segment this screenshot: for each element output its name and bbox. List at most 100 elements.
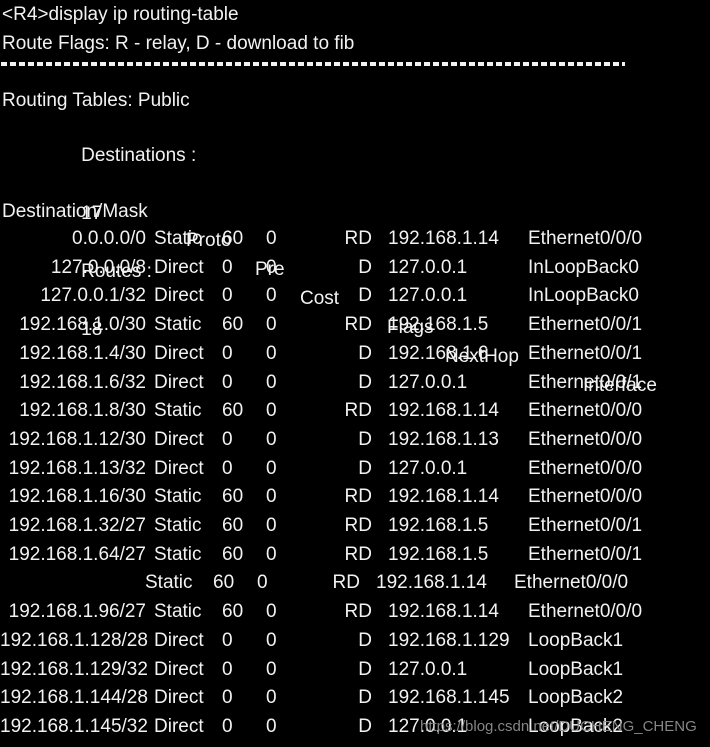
table-row: 192.168.1.129/32 Direct 0 0 D 127.0.0.1 LoopBa…: [0, 655, 710, 684]
route-flags: D: [358, 428, 372, 450]
route-flags: RD: [344, 601, 372, 623]
route-proto: Static: [154, 228, 202, 249]
route-interface: Ethernet0/0/0: [528, 601, 643, 623]
table-row: 192.168.1.16/30 Static 60 0 RD 192.168.1.14 Et…: [0, 482, 710, 511]
route-interface: Ethernet0/0/0: [528, 400, 643, 422]
route-cost: 0: [266, 715, 277, 737]
route-dest: 192.168.1.64/27: [8, 543, 146, 565]
route-cost: 0: [266, 515, 277, 536]
route-flags: RD: [344, 543, 372, 565]
route-flags: D: [358, 687, 372, 709]
terminal-output-pane[interactable]: <R4>display ip routing-table Route Flags…: [0, 0, 710, 747]
route-pre: 60: [222, 228, 244, 249]
separator-rule: [1, 62, 625, 66]
route-proto: Direct: [154, 428, 204, 450]
route-nexthop: 192.168.1.5: [388, 543, 489, 565]
route-cost: 0: [266, 543, 277, 565]
route-cost: 0: [257, 572, 268, 594]
route-flags: D: [358, 457, 372, 479]
route-pre: 0: [222, 285, 233, 307]
route-interface: Ethernet0/0/0: [528, 228, 643, 249]
route-cost: 0: [266, 314, 277, 336]
destinations-label: Destinations :: [81, 145, 197, 166]
route-interface: Ethernet0/0/0: [528, 428, 643, 450]
route-proto: Static: [154, 400, 202, 422]
table-row: 192.168.1.8/30 Static 60 0 RD 192.168.1.14 Eth…: [0, 396, 710, 425]
table-row: 127.0.0.0/8 Direct 0 0 D 127.0.0.1 InLoopBack0: [0, 253, 710, 282]
route-proto: Static: [154, 314, 202, 336]
route-flags: D: [358, 629, 372, 651]
route-cost: 0: [266, 457, 277, 479]
route-nexthop: 192.168.1.13: [388, 428, 499, 450]
route-dest: 192.168.1.128/28: [0, 629, 148, 651]
route-interface: LoopBack1: [528, 629, 624, 651]
table-row: 192.168.1.32/27 Static 60 0 RD 192.168.1.5 Eth…: [0, 511, 710, 540]
route-pre: 0: [222, 629, 233, 651]
route-interface: Ethernet0/0/1: [528, 314, 643, 336]
route-pre: 60: [222, 543, 244, 565]
route-nexthop: 192.168.1.129: [388, 629, 510, 651]
table-row: 192.168.1.96/27 Static 60 0 RD 192.168.1.14 Et…: [0, 597, 710, 626]
route-nexthop: 192.168.1.14: [388, 400, 499, 422]
route-proto: Static: [154, 543, 202, 565]
route-nexthop: 192.168.1.14: [388, 601, 499, 623]
route-nexthop: 192.168.1.14: [388, 486, 499, 508]
table-row: 192.168.1.13/32 Direct 0 0 D 127.0.0.1 Etherne…: [0, 454, 710, 483]
route-dest: 0.0.0.0/0: [72, 228, 146, 249]
route-nexthop: 127.0.0.1: [388, 256, 468, 278]
route-cost: 0: [266, 342, 277, 364]
route-proto: Direct: [154, 715, 204, 737]
route-cost: 0: [266, 486, 277, 508]
route-interface: Ethernet0/0/1: [528, 543, 643, 565]
route-interface: InLoopBack0: [528, 256, 639, 278]
routing-summary: Destinations : 17 Routes : 18: [0, 112, 710, 340]
route-dest: 192.168.1.144/28: [0, 687, 148, 709]
route-dest: 192.168.1.32/27: [8, 515, 146, 536]
route-proto: Static: [154, 515, 202, 536]
route-proto: Direct: [154, 629, 204, 651]
route-pre: 0: [222, 371, 233, 393]
route-cost: 0: [266, 687, 277, 709]
route-flags: RD: [344, 314, 372, 336]
table-row: 192.168.1.12/30 Direct 0 0 D 192.168.1.13 Ethe…: [0, 425, 710, 454]
route-interface: LoopBack1: [528, 658, 624, 680]
route-flags: D: [358, 658, 372, 680]
route-nexthop: 127.0.0.1: [388, 285, 468, 307]
table-row: 192.168.1.0/30 Static 60 0 RD 192.168.1.5 Ethe…: [0, 310, 710, 339]
route-pre: 60: [222, 486, 244, 508]
route-nexthop: 192.168.1.5: [388, 515, 489, 536]
route-proto: Static: [154, 601, 202, 623]
route-nexthop: 192.168.1.5: [388, 314, 489, 336]
route-flags: RD: [332, 572, 360, 594]
route-proto: Direct: [154, 658, 204, 680]
table-row: 192.168.1.6/32 Direct 0 0 D 127.0.0.1 Ethernet…: [0, 368, 710, 397]
route-flags: D: [358, 715, 372, 737]
route-flags: RD: [344, 228, 372, 249]
route-dest: 192.168.1.8/30: [19, 400, 146, 422]
route-nexthop: 127.0.0.1: [388, 457, 468, 479]
route-cost: 0: [266, 601, 277, 623]
route-proto: Direct: [154, 256, 204, 278]
table-row: Static 60 0 RD 192.168.1.14 Ethernet0/0/0: [0, 568, 710, 597]
route-dest: 192.168.1.13/32: [8, 457, 146, 479]
routing-table-header: Destination/Mask Proto Pre Cost Flags Ne…: [0, 168, 710, 396]
route-nexthop: 192.168.1.6: [388, 342, 489, 364]
route-cost: 0: [266, 371, 277, 393]
route-pre: 0: [222, 342, 233, 364]
route-pre: 60: [222, 515, 244, 536]
route-pre: 0: [222, 256, 233, 278]
route-nexthop: 127.0.0.1: [388, 658, 468, 680]
route-pre: 0: [222, 457, 233, 479]
route-proto: Static: [145, 572, 193, 594]
route-interface: Ethernet0/0/1: [528, 515, 643, 536]
route-cost: 0: [266, 658, 277, 680]
table-row: 192.168.1.128/28 Direct 0 0 D 192.168.1.129 Lo…: [0, 626, 710, 655]
route-interface: LoopBack2: [528, 687, 624, 709]
table-row: 192.168.1.144/28 Direct 0 0 D 192.168.1.145 Lo…: [0, 683, 710, 712]
route-pre: 60: [222, 314, 244, 336]
route-dest: 192.168.1.4/30: [19, 342, 146, 364]
route-proto: Direct: [154, 687, 204, 709]
route-dest: 192.168.1.145/32: [0, 715, 148, 737]
route-dest: 127.0.0.0/8: [50, 256, 146, 278]
route-flags: RD: [344, 486, 372, 508]
